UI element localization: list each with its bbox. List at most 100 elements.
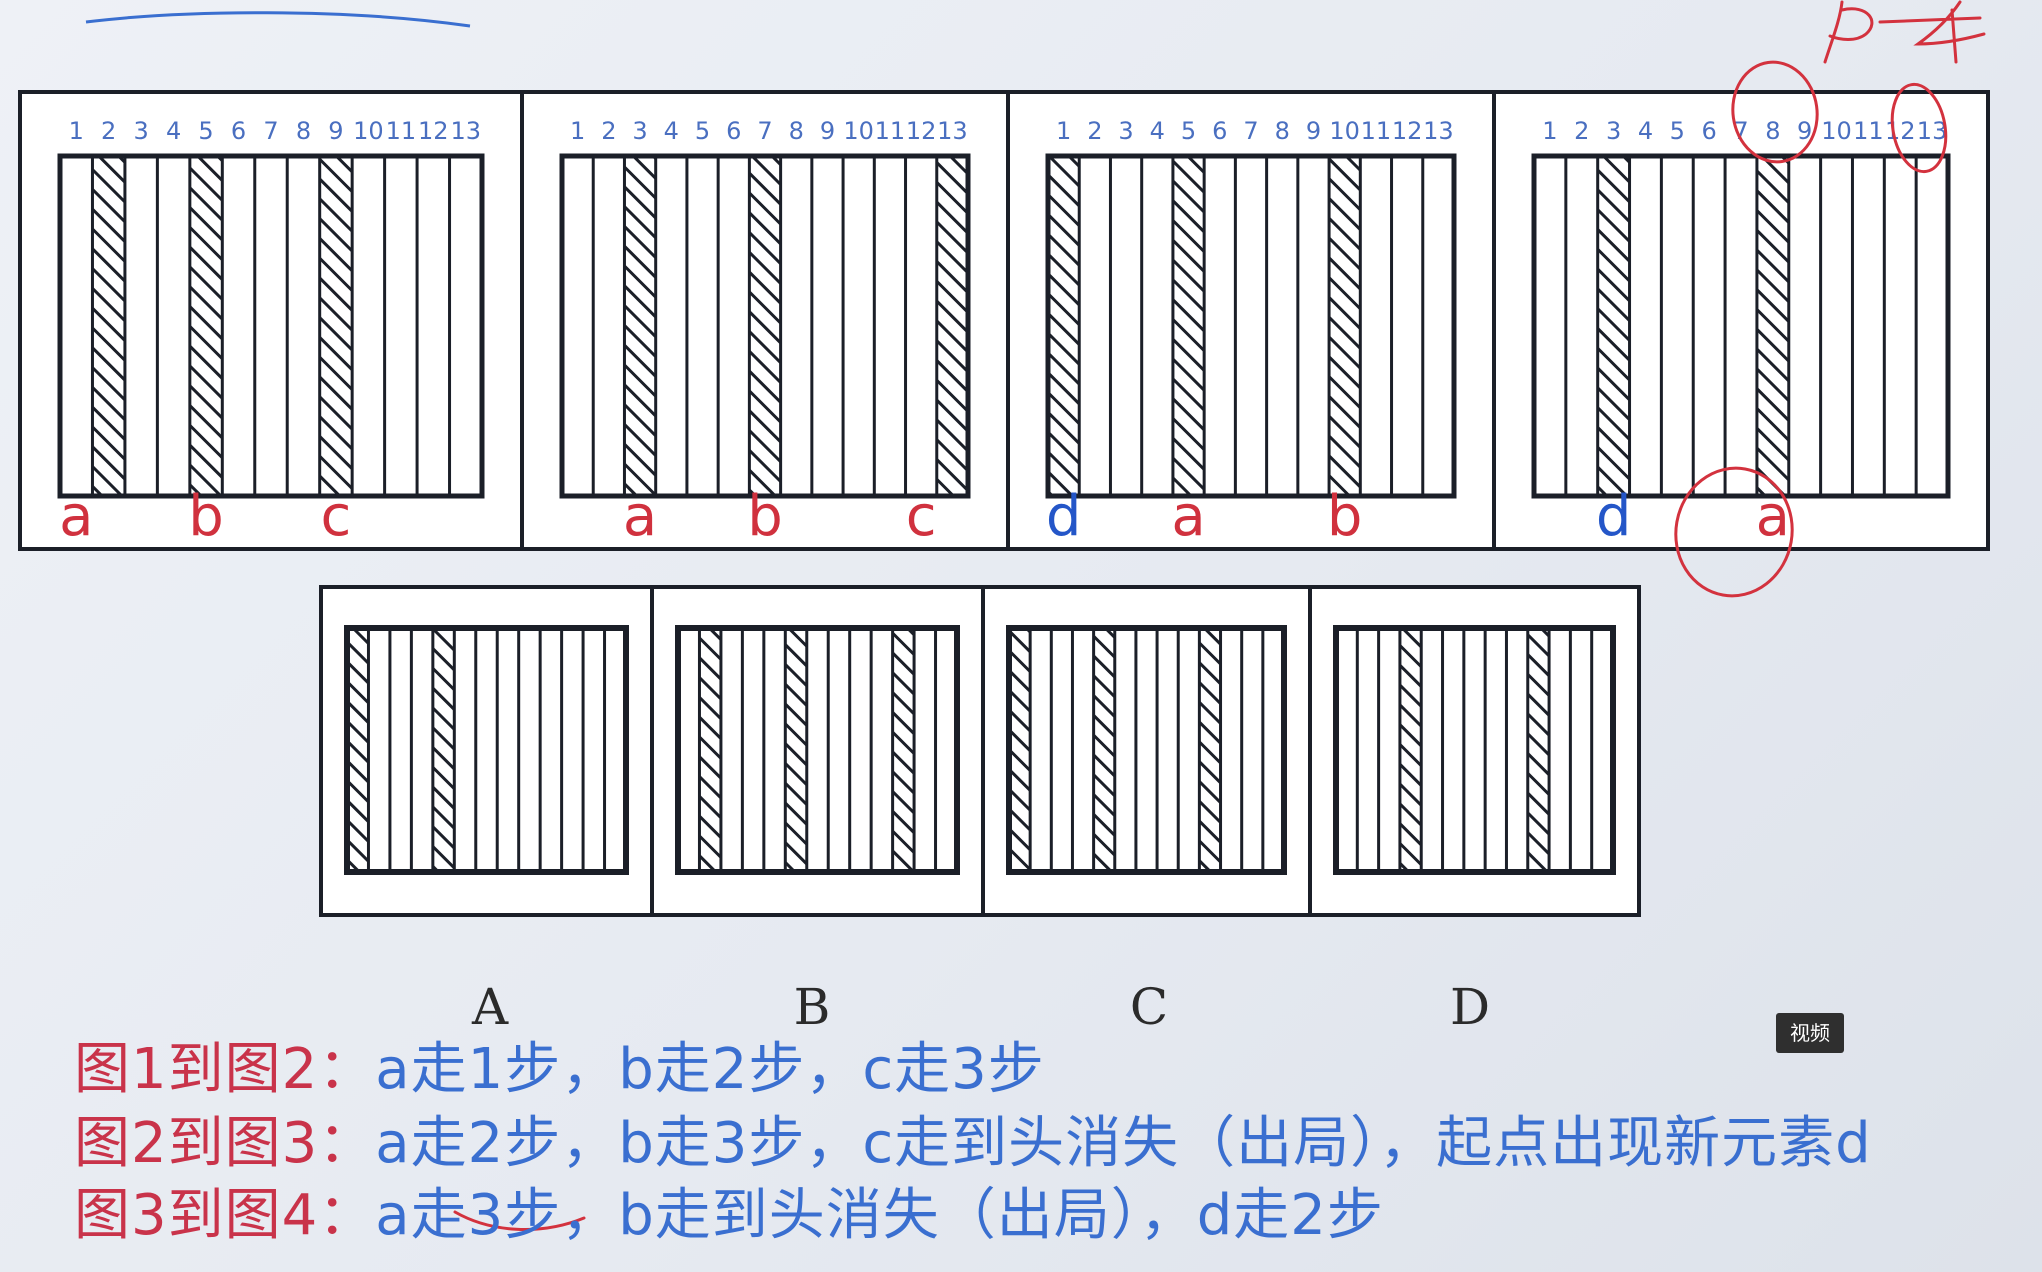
column-number: 1 (1056, 117, 1071, 145)
video-badge[interactable]: 视频 (1776, 1013, 1844, 1053)
column-number: 10 (1329, 117, 1360, 145)
option-panel-D (1308, 587, 1616, 915)
column-number: 2 (1574, 117, 1589, 145)
element-label-b: b (747, 484, 783, 549)
column-number: 9 (328, 117, 343, 145)
handwritten-p4-mark (1823, 0, 1986, 64)
column-number: 7 (263, 117, 278, 145)
hatched-column (431, 627, 456, 873)
panel-4-grid (1531, 153, 1951, 499)
column-number: 6 (726, 117, 741, 145)
column-number: 2 (1087, 117, 1102, 145)
column-number: 9 (820, 117, 835, 145)
column-number: 7 (757, 117, 772, 145)
column-number: 10 (353, 117, 384, 145)
column-number: 5 (695, 117, 710, 145)
column-number: 6 (1702, 117, 1717, 145)
column-number: 12 (1885, 117, 1916, 145)
panel-3: 1 2 3 4 5 6 7 8 9 10 11 12 13d a b (1006, 92, 1457, 549)
option-panel-B (650, 587, 960, 915)
hatched-column (1526, 627, 1551, 873)
hatched-column (1755, 155, 1790, 497)
column-number: 2 (601, 117, 616, 145)
hatched-column (188, 155, 224, 497)
column-number: 3 (1118, 117, 1133, 145)
column-number: 8 (296, 117, 311, 145)
column-number: 13 (450, 117, 481, 145)
element-label-a: a (1171, 484, 1205, 549)
hatched-column (784, 627, 808, 873)
explanation-prefix: 图2到图3： (74, 1111, 376, 1176)
column-number: 4 (664, 117, 679, 145)
answer-options (319, 585, 1641, 917)
panel-2: 1 2 3 4 5 6 7 8 9 10 11 12 13a b c (520, 92, 971, 549)
hatched-column (748, 155, 782, 497)
hatched-column (91, 155, 126, 497)
option-caption-b: B (793, 978, 831, 1036)
column-number: 9 (1306, 117, 1321, 145)
column-number: 7 (1243, 117, 1258, 145)
column-number: 11 (875, 117, 906, 145)
hatched-column (1008, 627, 1032, 873)
column-number: 5 (1670, 117, 1685, 145)
column-number: 8 (1275, 117, 1290, 145)
hatched-column (1198, 627, 1222, 873)
column-number: 5 (198, 117, 213, 145)
hatched-column (318, 155, 354, 497)
column-number: 8 (1765, 117, 1780, 145)
column-number: 13 (1423, 117, 1454, 145)
top-sequence: 1 2 3 4 5 6 7 8 9 10 11 12 13a b c1 2 3 4 5 6 7 8 9 10 11 12 13a b c… (18, 90, 1990, 551)
element-label-d: d (1596, 484, 1632, 549)
column-number: 11 (1853, 117, 1884, 145)
column-number: 3 (1606, 117, 1621, 145)
column-number: 13 (937, 117, 968, 145)
element-label-a: a (623, 484, 657, 549)
hatched-column (935, 155, 969, 497)
explanation-line-2: 图2到图3：a走2步，b走3步，c走到头消失（出局），起点出现新元素d (74, 1108, 1872, 1180)
element-label-c: c (906, 484, 937, 549)
element-label-d: d (1046, 484, 1082, 549)
element-label-b: b (188, 484, 224, 549)
explanation-prefix: 图3到图4： (74, 1183, 376, 1248)
column-number: 10 (843, 117, 874, 145)
option-caption-c: C (1129, 978, 1169, 1036)
explanation-text: a走1步，b走2步，c走3步 (375, 1037, 1045, 1102)
option-caption-a: A (471, 978, 509, 1036)
hatched-column (698, 627, 722, 873)
column-number: 2 (101, 117, 116, 145)
element-label-a: a (1756, 484, 1790, 549)
title-underline (84, 6, 474, 32)
column-number: 8 (789, 117, 804, 145)
hatched-column (346, 627, 370, 873)
panel-3-grid (1045, 153, 1457, 499)
column-number: 6 (231, 117, 246, 145)
column-number: 5 (1181, 117, 1196, 145)
column-number: 4 (166, 117, 181, 145)
column-number: 12 (1392, 117, 1423, 145)
panel-1: 1 2 3 4 5 6 7 8 9 10 11 12 13a b c (57, 117, 485, 549)
explanation-text: a走2步，b走3步，c走到头消失（出局），起点出现新元素d (375, 1111, 1872, 1176)
column-number: 1 (1542, 117, 1557, 145)
explanation-prefix: 图1到图2： (74, 1037, 376, 1102)
column-number: 3 (632, 117, 647, 145)
hatched-column (1047, 155, 1081, 497)
element-label-c: c (321, 484, 352, 549)
option-caption-d: D (1449, 978, 1491, 1036)
column-number: 10 (1821, 117, 1852, 145)
column-number: 12 (418, 117, 449, 145)
panel-4: 1 2 3 4 5 6 7 8 9 10 11 12 13d a (1492, 92, 1951, 549)
hatched-column (891, 627, 916, 873)
hatched-column (1398, 627, 1423, 873)
hatched-column (1171, 155, 1206, 497)
column-number: 4 (1638, 117, 1653, 145)
column-number: 1 (69, 117, 84, 145)
column-number: 1 (570, 117, 585, 145)
option-panel-C (981, 587, 1287, 915)
element-label-b: b (1327, 484, 1363, 549)
hatched-column (1596, 155, 1631, 497)
hatched-column (623, 155, 657, 497)
lesson-slide: 1 2 3 4 5 6 7 8 9 10 11 12 13 a b c 1 2 3 4 5 6 7 8 9 10 11 12 13 a b c… (0, 0, 2042, 1272)
option-panel-A (344, 625, 629, 875)
column-number: 12 (906, 117, 937, 145)
hatched-column (1092, 627, 1116, 873)
